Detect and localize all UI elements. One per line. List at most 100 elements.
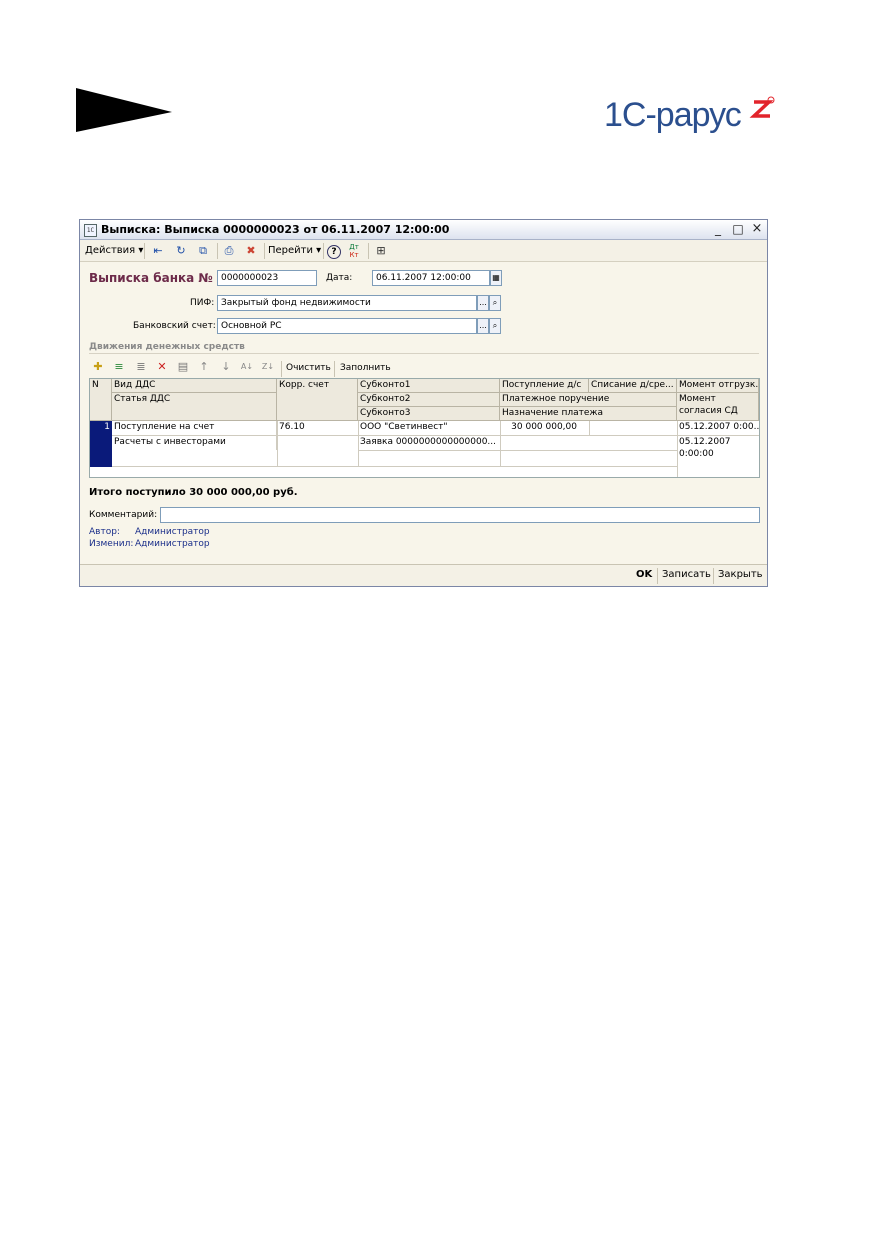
end-edit-icon[interactable]: ▤	[175, 359, 191, 375]
svg-text:1С-рарус: 1С-рарус	[604, 96, 742, 134]
grid-line	[677, 435, 759, 436]
pif-select-button[interactable]: ...	[477, 295, 489, 311]
cell-sub2[interactable]: Заявка 0000000000000000...	[358, 436, 500, 450]
dt-kt-icon[interactable]: Дт Кт	[346, 243, 362, 259]
col-header-statya[interactable]: Статья ДДС	[112, 393, 277, 421]
pif-input[interactable]: Закрытый фонд недвижимости	[217, 295, 477, 311]
col-header-moment-otgr[interactable]: Момент отгрузк...	[677, 379, 759, 393]
total-text: Итого поступило 30 000 000,00 руб.	[89, 487, 298, 498]
col-header-postuplenie[interactable]: Поступление д/с	[500, 379, 589, 393]
toolbar-separator	[281, 361, 282, 377]
account-label: Банковский счет:	[133, 321, 216, 331]
fill-button[interactable]: Заполнить	[340, 363, 391, 373]
cell-korr[interactable]: 76.10	[277, 421, 358, 435]
delete-icon[interactable]: ✖	[243, 243, 259, 259]
cell-postuplenie[interactable]: 30 000 000,00	[500, 421, 589, 435]
movements-table: N Вид ДДС Статья ДДС Корр. счет Субконто…	[89, 378, 760, 478]
edit-row-icon[interactable]: ≣	[133, 359, 149, 375]
clear-button[interactable]: Очистить	[286, 363, 331, 373]
form-header: Выписка банка №	[89, 271, 213, 285]
toolbar-separator	[323, 243, 324, 259]
grid-line	[589, 421, 590, 435]
cell-sub3[interactable]	[358, 451, 500, 465]
grid-line	[500, 421, 501, 467]
pif-label: ПИФ:	[190, 298, 215, 308]
account-select-button[interactable]: ...	[477, 318, 489, 334]
grid-line	[277, 421, 278, 467]
grid-line	[358, 450, 677, 451]
col-header-sub2[interactable]: Субконто2	[358, 393, 500, 407]
grid-line	[112, 435, 677, 436]
company-logo: 1С-рарус	[604, 96, 775, 134]
movements-group-title: Движения денежных средств	[89, 342, 245, 352]
col-header-sub3[interactable]: Субконто3	[358, 407, 500, 421]
col-header-spisanie[interactable]: Списание д/сре...	[589, 379, 677, 393]
toolbar-separator	[368, 243, 369, 259]
group-divider	[89, 353, 759, 354]
grid-line	[358, 421, 359, 467]
author-label: Автор:	[89, 527, 120, 537]
grid-line	[677, 421, 678, 477]
calendar-icon[interactable]: ▦	[490, 270, 502, 286]
col-header-korr[interactable]: Корр. счет	[277, 379, 358, 421]
toolbar-separator	[144, 243, 145, 259]
copy-icon[interactable]: ⧉	[195, 243, 211, 259]
col-header-sub1[interactable]: Субконто1	[358, 379, 500, 393]
copy-row-icon[interactable]: ≡	[111, 359, 127, 375]
bottom-button-bar: OK Записать Закрыть	[80, 564, 767, 586]
pif-search-icon[interactable]: ⌕	[489, 295, 501, 311]
cell-moment-sogl[interactable]: 05.12.2007 0:00:00	[677, 436, 759, 466]
maximize-button[interactable]: □	[731, 222, 745, 236]
refresh-icon[interactable]: ↻	[173, 243, 189, 259]
post-document-icon[interactable]: ⇤	[150, 243, 166, 259]
minimize-button[interactable]: _	[711, 222, 725, 236]
col-header-platezh[interactable]: Платежное поручение	[500, 393, 677, 407]
goto-menu-button[interactable]: Перейти ▾	[268, 243, 321, 259]
save-button[interactable]: Записать	[662, 569, 711, 580]
comment-label: Комментарий:	[89, 510, 158, 520]
toolbar-separator	[264, 243, 265, 259]
col-header-moment-sogl[interactable]: Момент согласия СД	[677, 393, 759, 421]
help-icon[interactable]: ?	[327, 245, 341, 259]
number-input[interactable]: 0000000023	[217, 270, 317, 286]
grid-line	[112, 466, 677, 467]
ok-button[interactable]: OK	[636, 569, 652, 580]
sort-asc-icon[interactable]: A↓	[239, 359, 255, 375]
delete-row-icon[interactable]: ✕	[154, 359, 170, 375]
document-window: 1С Выписка: Выписка 0000000023 от 06.11.…	[79, 219, 768, 587]
col-header-n[interactable]: N	[90, 379, 112, 421]
close-button[interactable]: Закрыть	[718, 569, 763, 580]
changed-link[interactable]: Администратор	[135, 539, 210, 549]
comment-input[interactable]	[160, 507, 760, 523]
toolbar: Действия ▾ ⇤ ↻ ⧉ ⎙ ✖ Перейти ▾ ? Дт Кт ⊞	[80, 240, 767, 262]
button-separator	[713, 568, 714, 584]
document-icon: 1С	[84, 224, 97, 237]
button-separator	[657, 568, 658, 584]
toolbar-separator	[334, 361, 335, 377]
account-search-icon[interactable]: ⌕	[489, 318, 501, 334]
cell-spisanie[interactable]	[589, 421, 677, 435]
changed-label: Изменил:	[89, 539, 134, 549]
window-titlebar[interactable]: 1С Выписка: Выписка 0000000023 от 06.11.…	[80, 220, 767, 240]
row-number-cell[interactable]: 1	[90, 421, 112, 467]
move-down-icon[interactable]: ↓	[218, 359, 234, 375]
col-header-naznachenie[interactable]: Назначение платежа	[500, 407, 677, 421]
structure-icon[interactable]: ⊞	[373, 243, 389, 259]
cell-vid-dds[interactable]: Поступление на счет	[112, 421, 277, 436]
cell-statya[interactable]: Расчеты с инвесторами	[112, 436, 277, 450]
move-up-icon[interactable]: ↑	[196, 359, 212, 375]
account-input[interactable]: Основной РС	[217, 318, 477, 334]
toolbar-separator	[217, 243, 218, 259]
actions-menu-button[interactable]: Действия ▾	[85, 243, 143, 259]
cell-moment-otgr[interactable]: 05.12.2007 0:00...	[677, 421, 759, 435]
add-row-icon[interactable]: ✚	[90, 359, 106, 375]
col-header-vid-dds[interactable]: Вид ДДС	[112, 379, 277, 393]
date-input[interactable]: 06.11.2007 12:00:00	[372, 270, 490, 286]
print-icon[interactable]: ⎙	[221, 243, 237, 259]
author-link[interactable]: Администратор	[135, 527, 210, 537]
close-window-button[interactable]: ×	[750, 222, 764, 236]
sort-desc-icon[interactable]: Z↓	[260, 359, 276, 375]
date-label: Дата:	[326, 273, 353, 283]
cell-sub1[interactable]: ООО "Светинвест"	[358, 421, 500, 435]
window-title: Выписка: Выписка 0000000023 от 06.11.200…	[101, 223, 450, 236]
